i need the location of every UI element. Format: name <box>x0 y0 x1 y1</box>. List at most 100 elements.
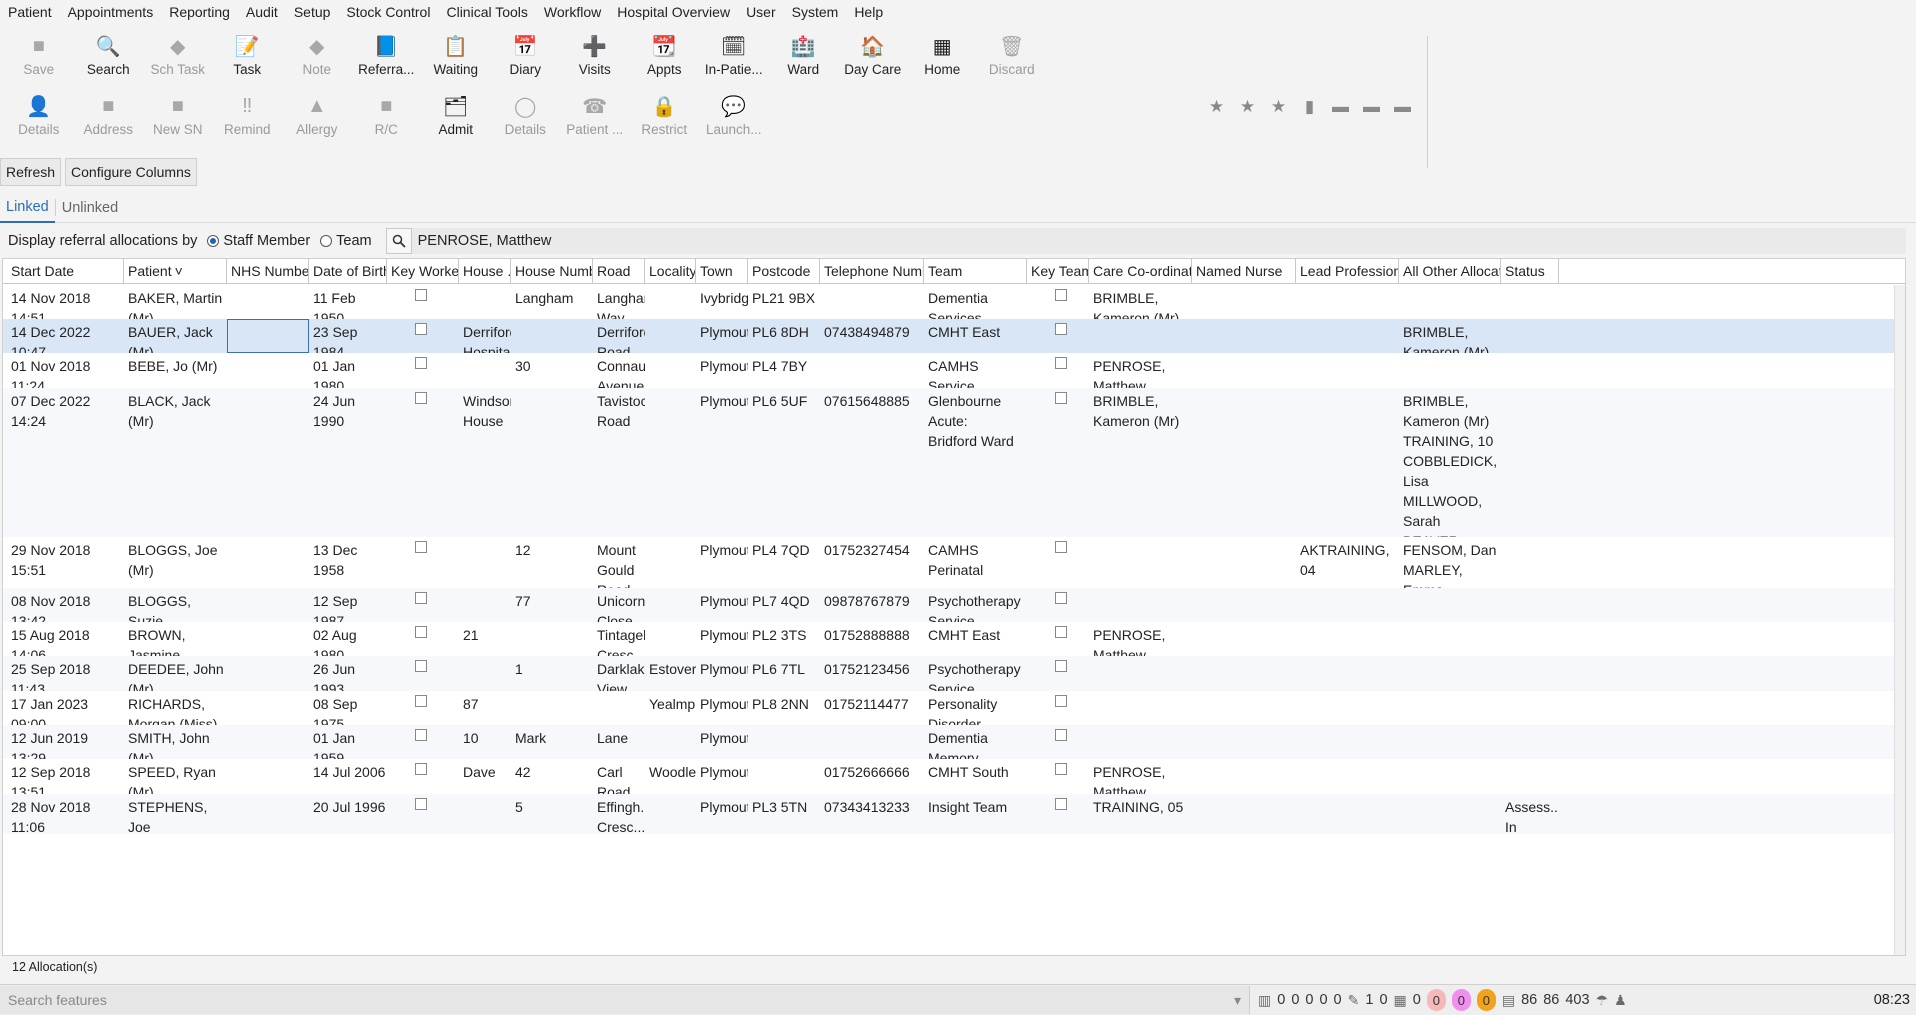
sort-indicator-icon[interactable]: ˅ <box>175 263 183 279</box>
star-icon[interactable]: ★ <box>1267 97 1290 117</box>
copy-icon[interactable]: ▬ <box>1329 97 1352 117</box>
key-worker-checkbox[interactable] <box>415 798 427 810</box>
key-team-checkbox[interactable] <box>1055 798 1067 810</box>
day-care-button[interactable]: 🏠 Day Care <box>838 32 908 86</box>
star-icon[interactable]: ★ <box>1205 97 1228 117</box>
table-row[interactable]: 12 Jun 2019 13:29 SMITH, John (Mr) 01 Jan … <box>3 725 1905 759</box>
tab-linked[interactable]: Linked <box>0 193 55 223</box>
key-worker-checkbox[interactable] <box>415 592 427 604</box>
column-header-house-number[interactable]: House Number <box>511 259 593 284</box>
column-header-all-other-allocat[interactable]: All Other Allocat... <box>1399 259 1501 284</box>
column-header-named-nurse[interactable]: Named Nurse <box>1192 259 1296 284</box>
home-button[interactable]: ▦ Home <box>908 32 978 86</box>
refresh-button[interactable]: Refresh <box>0 158 62 186</box>
key-worker-checkbox[interactable] <box>415 763 427 775</box>
radio-button[interactable] <box>320 235 333 247</box>
launch-button[interactable]: 💬 Launch... <box>699 92 769 146</box>
printer-icon[interactable]: ▬ <box>1391 97 1414 117</box>
column-header-key-worker[interactable]: Key Worker <box>387 259 459 284</box>
alert-count-badge[interactable]: 0 <box>1476 989 1496 1011</box>
column-header-postcode[interactable]: Postcode <box>748 259 820 284</box>
key-team-checkbox[interactable] <box>1055 541 1067 553</box>
table-row[interactable]: 17 Jan 2023 09:00 RICHARDS, Morgan (Miss)… <box>3 691 1905 725</box>
staff-search-value[interactable]: PENROSE, Matthew <box>412 233 552 249</box>
key-worker-checkbox[interactable] <box>415 695 427 707</box>
r-c-button[interactable]: ■ R/C <box>352 92 422 146</box>
discard-button[interactable]: 🗑 Discard <box>977 32 1047 86</box>
table-row[interactable]: 28 Nov 2018 11:06 STEPHENS, Joe (Mr) 20 Ju… <box>3 794 1905 834</box>
visits-button[interactable]: ➕ Visits <box>560 32 630 86</box>
table-row[interactable]: 29 Nov 2018 15:51 BLOGGS, Joe (Mr) 13 Dec … <box>3 537 1905 588</box>
alert-count-badge[interactable]: 0 <box>1426 989 1446 1011</box>
key-worker-checkbox[interactable] <box>415 323 427 335</box>
menu-item-audit[interactable]: Audit <box>244 4 280 20</box>
key-worker-checkbox[interactable] <box>415 541 427 553</box>
document-icon[interactable]: ▮ <box>1298 97 1321 117</box>
tab-unlinked[interactable]: Unlinked <box>56 193 124 223</box>
radio-team[interactable]: Team <box>320 233 372 249</box>
menu-item-help[interactable]: Help <box>852 4 885 20</box>
focused-cell[interactable] <box>227 319 309 353</box>
feature-search-input[interactable]: Search features ▾ <box>0 986 1250 1014</box>
column-header-care-co-ordinator[interactable]: Care Co-ordinator <box>1089 259 1192 284</box>
referra-button[interactable]: 📘 Referra... <box>352 32 422 86</box>
column-header-nhs-number[interactable]: NHS Number <box>227 259 309 284</box>
configure-columns-button[interactable]: Configure Columns <box>65 158 197 186</box>
key-team-checkbox[interactable] <box>1055 763 1067 775</box>
column-header-lead-professional[interactable]: Lead Professional <box>1296 259 1399 284</box>
admit-button[interactable]: 🗂 Admit <box>421 92 491 146</box>
column-header-team[interactable]: Team <box>924 259 1027 284</box>
column-header-status[interactable]: Status <box>1501 259 1559 284</box>
key-worker-checkbox[interactable] <box>415 392 427 404</box>
column-header-date-of-birth[interactable]: Date of Birth <box>309 259 387 284</box>
print-preview-icon[interactable]: ▬ <box>1360 97 1383 117</box>
menu-item-workflow[interactable]: Workflow <box>542 4 603 20</box>
search-button[interactable]: 🔍 Search <box>74 32 144 86</box>
column-header-road[interactable]: Road <box>593 259 645 284</box>
vertical-scrollbar[interactable] <box>1894 285 1905 955</box>
sch-task-button[interactable]: ◆ Sch Task <box>143 32 213 86</box>
key-team-checkbox[interactable] <box>1055 323 1067 335</box>
allergy-button[interactable]: ▲ Allergy <box>282 92 352 146</box>
menu-item-setup[interactable]: Setup <box>292 4 333 20</box>
column-header-house[interactable]: House ... <box>459 259 511 284</box>
chevron-down-icon[interactable]: ▾ <box>1234 992 1241 1009</box>
key-team-checkbox[interactable] <box>1055 357 1067 369</box>
save-button[interactable]: ■ Save <box>4 32 74 86</box>
details-button[interactable]: ◯ Details <box>491 92 561 146</box>
remind-button[interactable]: ‼ Remind <box>213 92 283 146</box>
key-team-checkbox[interactable] <box>1055 695 1067 707</box>
menu-item-appointments[interactable]: Appointments <box>66 4 156 20</box>
menu-item-clinical-tools[interactable]: Clinical Tools <box>444 4 529 20</box>
details-button[interactable]: 👤 Details <box>4 92 74 146</box>
column-header-telephone-number[interactable]: Telephone Number <box>820 259 924 284</box>
key-team-checkbox[interactable] <box>1055 289 1067 301</box>
staff-search-field[interactable]: PENROSE, Matthew <box>385 228 1906 254</box>
column-header-key-team[interactable]: Key Team <box>1027 259 1089 284</box>
column-header-start-date[interactable]: Start Date <box>7 259 124 284</box>
menu-item-user[interactable]: User <box>744 4 778 20</box>
ward-button[interactable]: 🏥 Ward <box>769 32 839 86</box>
key-worker-checkbox[interactable] <box>415 729 427 741</box>
diary-button[interactable]: 📅 Diary <box>491 32 561 86</box>
table-row[interactable]: 01 Nov 2018 11:24 BEBE, Jo (Mr) 01 Jan 198… <box>3 353 1905 388</box>
menu-item-system[interactable]: System <box>790 4 841 20</box>
key-worker-checkbox[interactable] <box>415 660 427 672</box>
table-row[interactable]: 15 Aug 2018 14:06 BROWN, Jasmine (Miss) 02… <box>3 622 1905 656</box>
task-button[interactable]: 📝 Task <box>213 32 283 86</box>
restrict-button[interactable]: 🔒 Restrict <box>630 92 700 146</box>
column-header-town[interactable]: Town <box>696 259 748 284</box>
search-icon[interactable] <box>385 228 412 254</box>
appts-button[interactable]: 📆 Appts <box>630 32 700 86</box>
key-worker-checkbox[interactable] <box>415 626 427 638</box>
key-team-checkbox[interactable] <box>1055 626 1067 638</box>
menu-item-stock-control[interactable]: Stock Control <box>344 4 432 20</box>
menu-item-reporting[interactable]: Reporting <box>167 4 232 20</box>
alert-count-badge[interactable]: 0 <box>1451 989 1471 1011</box>
menu-item-hospital-overview[interactable]: Hospital Overview <box>615 4 732 20</box>
note-button[interactable]: ◆ Note <box>282 32 352 86</box>
radio-button[interactable] <box>207 235 220 247</box>
key-team-checkbox[interactable] <box>1055 392 1067 404</box>
column-header-patient[interactable]: Patient ˅ <box>124 259 227 284</box>
key-worker-checkbox[interactable] <box>415 357 427 369</box>
